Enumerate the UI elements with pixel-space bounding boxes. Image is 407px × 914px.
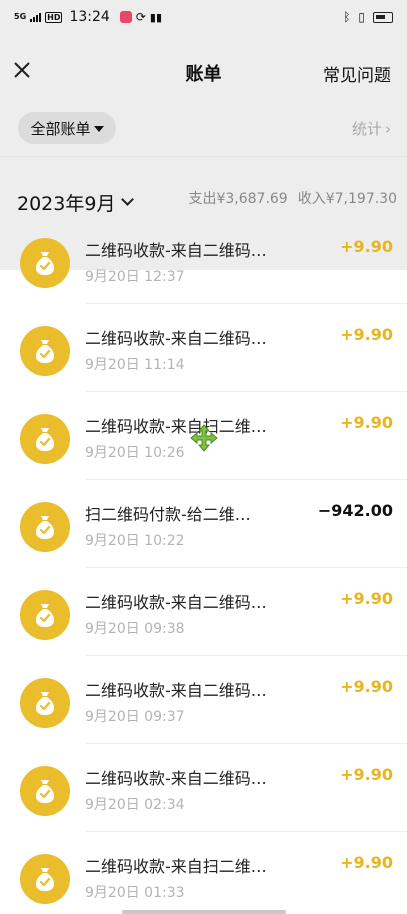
expense-total: 支出¥3,687.69 — [188, 191, 288, 207]
transaction-amount: +9.90 — [340, 677, 393, 696]
transaction-row[interactable]: 二维码收款-来自二维码… 9月20日 11:14 +9.90 — [0, 304, 407, 392]
transaction-amount: +9.90 — [340, 589, 393, 608]
notification-app-icon — [119, 11, 132, 23]
faq-link[interactable]: 常见问题 — [323, 61, 391, 86]
status-left: 5G HD 13:24 ⟳ ▮▮ — [14, 9, 162, 25]
transaction-amount: +9.90 — [340, 237, 393, 256]
transaction-title: 二维码收款-来自扫二维… — [85, 417, 267, 436]
transaction-title: 二维码收款-来自二维码… — [85, 769, 267, 788]
transaction-amount: +9.90 — [340, 325, 393, 344]
transaction-amount: +9.90 — [340, 765, 393, 784]
transaction-time: 9月20日 11:14 — [85, 357, 185, 373]
bill-filter-label: 全部账单 — [30, 119, 91, 138]
transaction-title: 二维码收款-来自二维码… — [85, 329, 267, 348]
month-summary: 支出¥3,687.69 收入¥7,197.30 — [188, 188, 397, 208]
book-icon: ▮▮ — [149, 10, 163, 24]
month-selector[interactable]: 2023年9月 — [17, 189, 135, 216]
network-type: 5G — [14, 12, 27, 21]
money-bag-icon — [20, 502, 70, 552]
vibrate-icon: ▯ — [358, 10, 365, 24]
transaction-time: 9月20日 12:37 — [85, 269, 185, 285]
transaction-row[interactable]: 二维码收款-来自二维码… 9月20日 09:38 +9.90 — [0, 568, 407, 656]
stats-label: 统计 — [351, 120, 382, 138]
transaction-row[interactable]: 二维码收款-来自二维码… 9月20日 09:37 +9.90 — [0, 656, 407, 744]
transaction-amount: +9.90 — [340, 853, 393, 872]
status-time: 13:24 — [69, 9, 110, 25]
income-total: 收入¥7,197.30 — [297, 191, 397, 207]
stats-link[interactable]: 统计 › — [352, 118, 391, 139]
transaction-list: 二维码收款-来自二维码… 9月20日 12:37 +9.90 二维码收款-来自二维码…… — [0, 236, 407, 914]
transaction-row[interactable]: 扫二维码付款-给二维… 9月20日 10:22 −942.00 — [0, 480, 407, 568]
money-bag-icon — [20, 854, 70, 904]
transaction-title: 扫二维码付款-给二维… — [85, 505, 251, 524]
chevron-down-icon — [121, 193, 135, 206]
sync-icon: ⟳ — [135, 10, 146, 24]
transaction-row[interactable]: 二维码收款-来自二维码… 9月20日 02:34 +9.90 — [0, 744, 407, 832]
transaction-title: 二维码收款-来自扫二维… — [85, 857, 267, 876]
money-bag-icon — [20, 766, 70, 816]
home-indicator[interactable] — [122, 910, 286, 914]
transaction-time: 9月20日 10:22 — [85, 533, 185, 549]
signal-icon — [30, 12, 42, 22]
move-cursor-icon — [190, 424, 218, 452]
transaction-time: 9月20日 09:37 — [85, 709, 185, 725]
bluetooth-icon: ᛒ — [343, 10, 351, 24]
transaction-title: 二维码收款-来自二维码… — [85, 241, 267, 260]
transaction-time: 9月20日 09:38 — [85, 621, 185, 637]
money-bag-icon — [20, 414, 70, 464]
transaction-amount: +9.90 — [340, 413, 393, 432]
money-bag-icon — [20, 326, 70, 376]
status-right: ᛒ ▯ — [343, 10, 393, 24]
hd-badge: HD — [45, 11, 63, 23]
battery-icon — [373, 11, 393, 23]
transaction-time: 9月20日 10:26 — [85, 445, 185, 461]
transaction-time: 9月20日 02:34 — [85, 797, 185, 813]
transaction-title: 二维码收款-来自二维码… — [85, 593, 267, 612]
bill-filter-button[interactable]: 全部账单 — [18, 112, 116, 144]
transaction-row[interactable]: 二维码收款-来自扫二维… 9月20日 01:33 +9.90 — [0, 832, 407, 914]
transaction-row[interactable]: 二维码收款-来自二维码… 9月20日 12:37 +9.90 — [0, 236, 407, 304]
transaction-amount: −942.00 — [317, 501, 393, 520]
money-bag-icon — [20, 238, 70, 288]
status-bar: 5G HD 13:24 ⟳ ▮▮ ᛒ ▯ — [0, 0, 407, 34]
money-bag-icon — [20, 590, 70, 640]
transaction-time: 9月20日 01:33 — [85, 885, 185, 901]
money-bag-icon — [20, 678, 70, 728]
month-label: 2023年9月 — [17, 193, 116, 215]
chevron-right-icon: › — [385, 119, 391, 138]
transaction-title: 二维码收款-来自二维码… — [85, 681, 267, 700]
caret-down-icon — [93, 126, 104, 132]
